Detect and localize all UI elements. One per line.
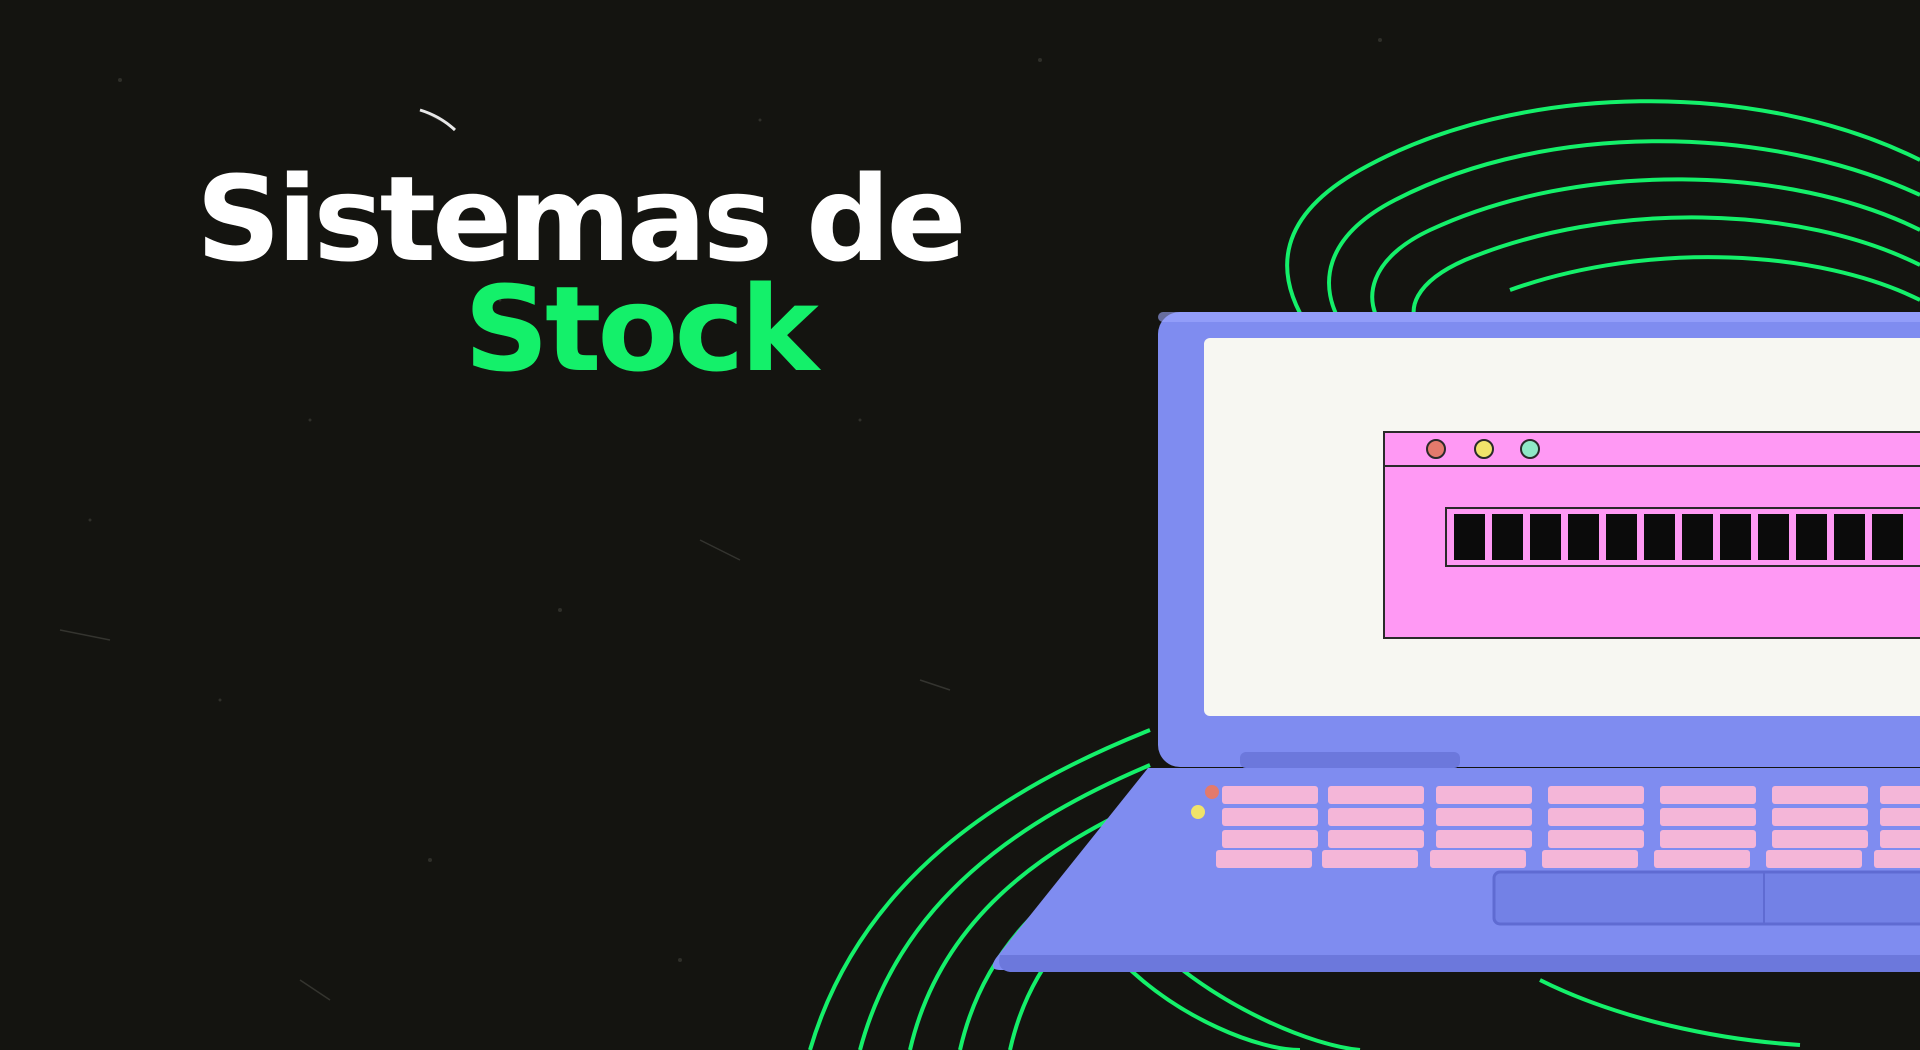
keyboard-key [1322, 850, 1418, 868]
progress-segment [1606, 514, 1637, 560]
progress-segment [1530, 514, 1561, 560]
keyboard-key [1548, 808, 1644, 826]
keyboard-key [1222, 786, 1318, 804]
keyboard-key [1766, 850, 1862, 868]
keyboard-key [1548, 786, 1644, 804]
keyboard-key [1880, 830, 1920, 848]
keyboard-key [1216, 850, 1312, 868]
progress-segment [1644, 514, 1675, 560]
keyboard-key [1222, 808, 1318, 826]
progress-segment [1872, 514, 1903, 560]
keyboard-key [1430, 850, 1526, 868]
keyboard-key [1772, 808, 1868, 826]
keyboard-key [1880, 786, 1920, 804]
keyboard-key [1548, 830, 1644, 848]
promo-banner: Sistemas de Stock [0, 0, 1920, 1050]
keyboard-key [1660, 808, 1756, 826]
screen-window [1383, 431, 1920, 639]
progress-segment [1720, 514, 1751, 560]
progress-segment [1454, 514, 1485, 560]
keyboard-key [1328, 808, 1424, 826]
window-minimize-dot [1474, 439, 1494, 459]
progress-segment [1568, 514, 1599, 560]
keyboard-key [1660, 786, 1756, 804]
progress-segment [1492, 514, 1523, 560]
laptop-icon [992, 312, 1920, 972]
keyboard-key [1542, 850, 1638, 868]
progress-segment [1758, 514, 1789, 560]
keyboard-key [1436, 786, 1532, 804]
touchpad [1492, 870, 1920, 926]
indicator-light [1205, 785, 1219, 799]
keyboard-key [1436, 830, 1532, 848]
keyboard-key [1772, 786, 1868, 804]
progress-segment [1834, 514, 1865, 560]
window-maximize-dot [1520, 439, 1540, 459]
keyboard-key [1654, 850, 1750, 868]
keyboard-key [1328, 786, 1424, 804]
window-close-dot [1426, 439, 1446, 459]
keyboard-key [1772, 830, 1868, 848]
progress-segment [1682, 514, 1713, 560]
keyboard-key [1660, 830, 1756, 848]
keyboard-key [1874, 850, 1920, 868]
keyboard-key [1328, 830, 1424, 848]
keyboard-key [1436, 808, 1532, 826]
indicator-light [1191, 805, 1205, 819]
progress-segment [1796, 514, 1827, 560]
keyboard-key [1880, 808, 1920, 826]
keyboard-key [1222, 830, 1318, 848]
